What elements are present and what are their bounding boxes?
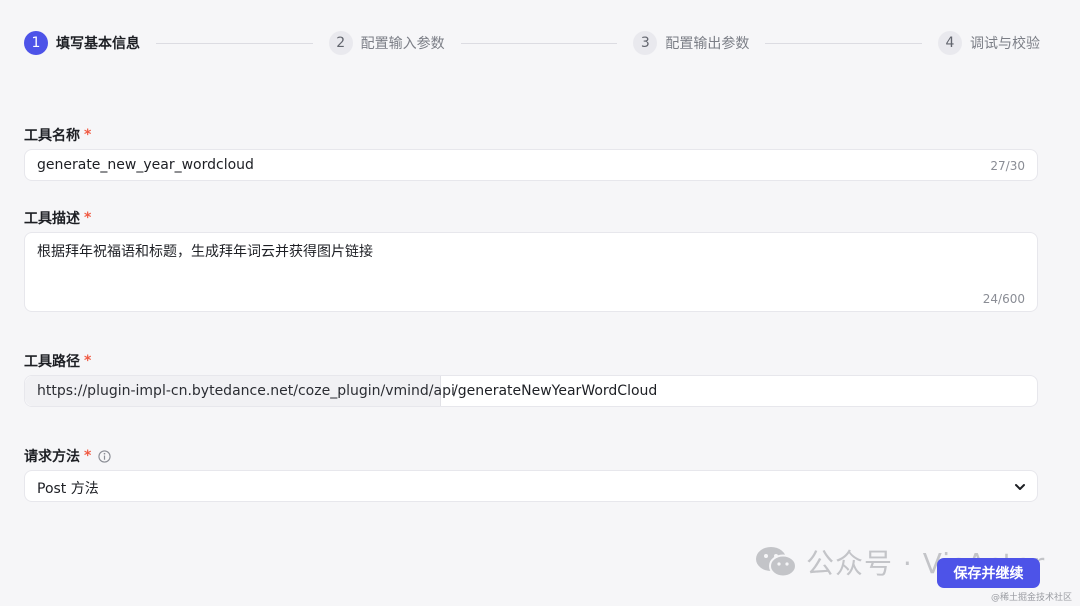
required-mark: * (84, 353, 92, 369)
step-basic-info[interactable]: 1 填写基本信息 (24, 31, 140, 55)
step-label: 配置输入参数 (360, 36, 445, 52)
step-connector (765, 42, 923, 44)
chevron-down-icon (1013, 479, 1027, 493)
step-label: 填写基本信息 (56, 36, 140, 52)
tool-description-textarea[interactable]: 根据拜年祝福语和标题，生成拜年词云并获得图片链接 24/600 (24, 232, 1038, 312)
step-connector (460, 42, 618, 44)
step-number: 3 (633, 31, 658, 55)
tool-name-label-text: 工具名称 (24, 128, 80, 144)
stepper: 1 填写基本信息 2 配置输入参数 3 配置输出参数 4 调试与校验 (24, 30, 1040, 56)
step-number: 1 (24, 31, 48, 55)
tool-path-prefix: https://plugin-impl-cn.bytedance.net/coz… (25, 376, 455, 406)
watermark-credit: @稀土掘金技术社区 (990, 593, 1072, 603)
tool-path-group: https://plugin-impl-cn.bytedance.net/coz… (24, 375, 1038, 407)
step-label: 配置输出参数 (665, 36, 750, 52)
tool-path-label-text: 工具路径 (24, 354, 80, 370)
tool-path-input[interactable]: /generateNewYearWordCloud (453, 376, 657, 406)
step-output-params[interactable]: 3 配置输出参数 (633, 31, 749, 55)
step-number: 4 (938, 31, 963, 55)
tool-description-label: 工具描述 * (24, 208, 91, 228)
tool-name-value: generate_new_year_wordcloud (37, 157, 254, 173)
tool-description-char-counter: 24/600 (982, 292, 1025, 306)
request-method-select[interactable]: Post 方法 (24, 470, 1038, 502)
request-method-label-text: 请求方法 (24, 449, 80, 465)
info-circle-icon[interactable] (97, 449, 111, 463)
tool-description-value: 根据拜年祝福语和标题，生成拜年词云并获得图片链接 (37, 244, 373, 260)
wechat-icon (754, 545, 798, 579)
required-mark: * (84, 127, 92, 143)
required-mark: * (84, 210, 92, 226)
tool-name-input[interactable]: generate_new_year_wordcloud 27/30 (24, 149, 1038, 181)
tool-create-page: 1 填写基本信息 2 配置输入参数 3 配置输出参数 4 调试与校验 工具名称 … (0, 0, 1080, 606)
step-number: 2 (328, 31, 353, 55)
tool-name-char-counter: 27/30 (990, 159, 1025, 173)
step-debug-verify[interactable]: 4 调试与校验 (938, 31, 1040, 55)
step-connector (156, 42, 313, 44)
save-and-continue-button[interactable]: 保存并继续 (937, 558, 1040, 588)
tool-path-label: 工具路径 * (24, 351, 91, 371)
required-mark: * (84, 448, 92, 464)
request-method-selected: Post 方法 (37, 481, 99, 497)
tool-description-label-text: 工具描述 (24, 211, 80, 227)
request-method-label: 请求方法 * (24, 446, 111, 466)
step-label: 调试与校验 (970, 36, 1041, 52)
tool-name-label: 工具名称 * (24, 125, 91, 145)
step-input-params[interactable]: 2 配置输入参数 (328, 31, 445, 55)
